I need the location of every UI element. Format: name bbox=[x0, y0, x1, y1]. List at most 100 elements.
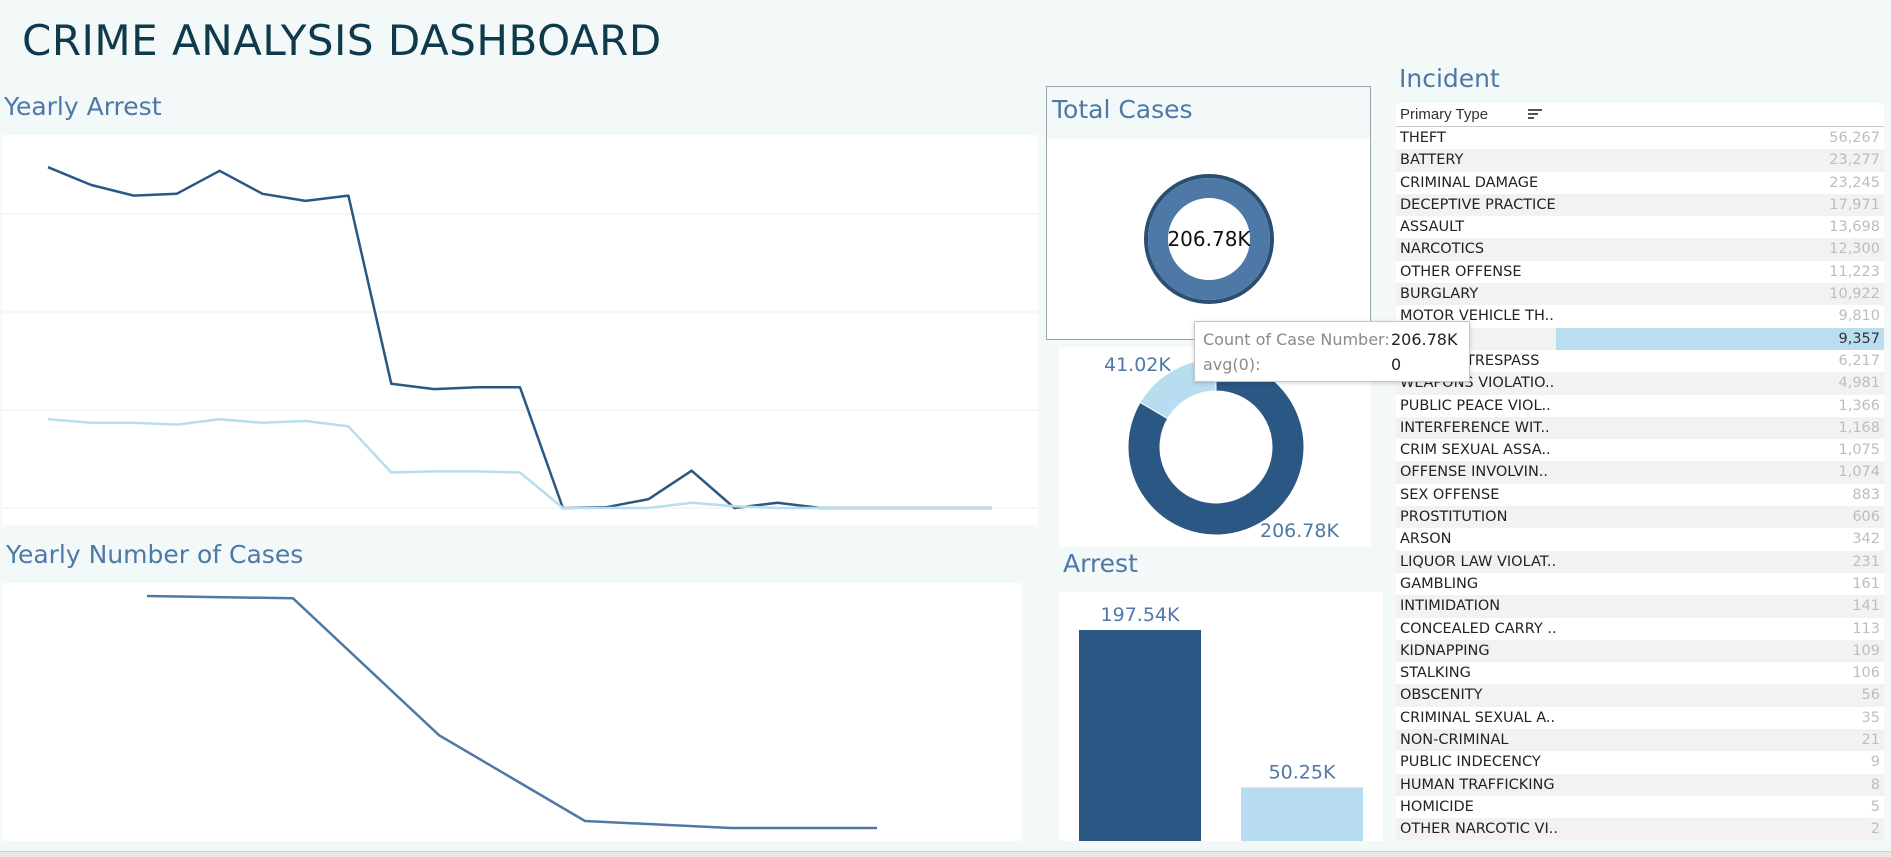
table-row[interactable]: INTERFERENCE WIT.. 1,168 bbox=[1396, 416, 1884, 440]
row-label: PUBLIC PEACE VIOL.. bbox=[1400, 397, 1551, 414]
table-row[interactable]: INTIMIDATION 141 bbox=[1396, 595, 1884, 618]
row-value: 13,698 bbox=[1829, 219, 1880, 236]
incident-rows: THEFT 56,267 BATTERY 23,277 CRIMINAL DAMAGE 2… bbox=[1396, 127, 1884, 841]
yearly-cases-chart[interactable] bbox=[2, 583, 1022, 841]
row-label: SEX OFFENSE bbox=[1400, 486, 1500, 503]
table-row[interactable]: CONCEALED CARRY .. 113 bbox=[1396, 617, 1884, 640]
table-row[interactable]: SEX OFFENSE 883 bbox=[1396, 483, 1884, 507]
table-row[interactable]: KIDNAPPING 109 bbox=[1396, 639, 1884, 663]
arrest-bar-1[interactable] bbox=[1241, 787, 1363, 841]
row-value: 113 bbox=[1852, 620, 1880, 637]
table-row[interactable]: STALKING 106 bbox=[1396, 662, 1884, 685]
arrest-series-line-1[interactable] bbox=[47, 418, 992, 510]
tooltip-key: Count of Case Number: bbox=[1203, 330, 1390, 349]
table-row[interactable]: BURGLARY 10,922 bbox=[1396, 283, 1884, 306]
arrest-chart[interactable]: 197.54K 50.25K bbox=[1059, 592, 1383, 841]
row-label: CRIMINAL DAMAGE bbox=[1400, 174, 1539, 191]
table-row[interactable]: CRIM SEXUAL ASSA.. 1,075 bbox=[1396, 439, 1884, 462]
yearly-arrest-chart[interactable] bbox=[2, 135, 1038, 525]
table-row[interactable]: PUBLIC INDECENCY 9 bbox=[1396, 751, 1884, 774]
tooltip-key: avg(0): bbox=[1203, 355, 1261, 374]
table-row[interactable]: BATTERY 23,277 bbox=[1396, 149, 1884, 172]
row-label: HOMICIDE bbox=[1400, 798, 1474, 815]
row-value: 10,922 bbox=[1829, 286, 1880, 303]
row-label: DECEPTIVE PRACTICE bbox=[1400, 196, 1556, 213]
tooltip-value: 0 bbox=[1391, 355, 1402, 374]
row-value: 883 bbox=[1852, 486, 1880, 503]
table-row[interactable]: GAMBLING 161 bbox=[1396, 572, 1884, 596]
split-label-light: 41.02K bbox=[1104, 354, 1171, 376]
row-value: 56 bbox=[1861, 687, 1880, 704]
row-value: 11,223 bbox=[1829, 263, 1880, 280]
arrest-bar-0[interactable] bbox=[1079, 630, 1201, 841]
row-value: 141 bbox=[1852, 598, 1880, 615]
table-row[interactable]: THEFT 56,267 bbox=[1396, 127, 1884, 150]
row-value: 9,810 bbox=[1838, 308, 1880, 325]
tooltip: Count of Case Number: 206.78K avg(0): 0 bbox=[1194, 321, 1470, 382]
table-row[interactable]: ASSAULT 13,698 bbox=[1396, 216, 1884, 239]
row-value: 1,075 bbox=[1838, 442, 1880, 459]
tooltip-value: 206.78K bbox=[1391, 330, 1458, 349]
table-row[interactable]: LIQUOR LAW VIOLAT.. 231 bbox=[1396, 550, 1884, 573]
row-value: 606 bbox=[1852, 509, 1880, 526]
arrest-series-line-0[interactable] bbox=[47, 166, 992, 510]
table-row[interactable]: PROSTITUTION 606 bbox=[1396, 506, 1884, 529]
row-label: INTIMIDATION bbox=[1400, 598, 1501, 615]
row-value: 6,217 bbox=[1838, 352, 1880, 369]
table-row[interactable]: NARCOTICS 12,300 bbox=[1396, 238, 1884, 261]
cases-series-line[interactable] bbox=[146, 594, 877, 830]
row-value: 342 bbox=[1852, 531, 1880, 548]
row-label: LIQUOR LAW VIOLAT.. bbox=[1400, 553, 1557, 570]
table-row[interactable]: OTHER OFFENSE 11,223 bbox=[1396, 260, 1884, 284]
table-row[interactable]: ARSON 342 bbox=[1396, 528, 1884, 551]
yearly-cases-title: Yearly Number of Cases bbox=[6, 540, 304, 569]
row-label: OBSCENITY bbox=[1400, 687, 1483, 704]
row-value: 109 bbox=[1852, 642, 1880, 659]
arrest-bar-svg: 197.54K 50.25K bbox=[1079, 604, 1363, 841]
yearly-arrest-title: Yearly Arrest bbox=[4, 92, 162, 121]
incident-table[interactable]: Primary Type THEFT 56,267 BATTERY 23,277 CRI… bbox=[1396, 103, 1884, 841]
row-label: THEFT bbox=[1400, 130, 1446, 146]
row-value: 231 bbox=[1852, 553, 1880, 570]
row-value: 1,074 bbox=[1838, 464, 1880, 481]
row-label: OTHER NARCOTIC VI.. bbox=[1400, 821, 1558, 838]
tooltip-row: Count of Case Number: 206.78K bbox=[1203, 330, 1457, 349]
arrest-bar-label-1: 50.25K bbox=[1269, 761, 1336, 783]
row-value: 5 bbox=[1870, 798, 1880, 815]
total-cases-card[interactable]: Total Cases 206.78K bbox=[1046, 86, 1371, 340]
table-row[interactable]: CRIMINAL SEXUAL A.. 35 bbox=[1396, 706, 1884, 730]
row-highlight bbox=[1556, 327, 1884, 350]
row-label: PROSTITUTION bbox=[1400, 509, 1508, 526]
row-label: ASSAULT bbox=[1400, 219, 1465, 236]
split-label-dark: 206.78K bbox=[1260, 520, 1339, 542]
row-value: 23,277 bbox=[1829, 152, 1880, 169]
table-row[interactable]: NON-CRIMINAL 21 bbox=[1396, 729, 1884, 752]
row-value: 161 bbox=[1852, 575, 1880, 592]
row-value: 8 bbox=[1870, 776, 1880, 793]
table-row[interactable]: OFFENSE INVOLVIN.. 1,074 bbox=[1396, 461, 1884, 484]
incident-header[interactable]: Primary Type bbox=[1396, 103, 1884, 127]
row-label: CRIMINAL SEXUAL A.. bbox=[1400, 709, 1556, 726]
row-value: 2 bbox=[1870, 821, 1880, 838]
table-row[interactable]: HOMICIDE 5 bbox=[1396, 795, 1884, 819]
sort-icon[interactable] bbox=[1528, 109, 1542, 121]
table-row[interactable]: HUMAN TRAFFICKING 8 bbox=[1396, 773, 1884, 796]
row-value: 1,366 bbox=[1838, 397, 1880, 414]
dashboard-title: CRIME ANALYSIS DASHBOARD bbox=[22, 16, 662, 65]
table-row[interactable]: CRIMINAL DAMAGE 23,245 bbox=[1396, 171, 1884, 194]
table-row[interactable]: DECEPTIVE PRACTICE 17,971 bbox=[1396, 193, 1884, 217]
table-row[interactable]: PUBLIC PEACE VIOL.. 1,366 bbox=[1396, 394, 1884, 417]
tooltip-row: avg(0): 0 bbox=[1203, 355, 1401, 374]
row-value: 1,168 bbox=[1838, 419, 1880, 436]
row-label: NARCOTICS bbox=[1400, 241, 1485, 258]
yearly-cases-svg bbox=[146, 594, 877, 830]
table-row[interactable]: OBSCENITY 56 bbox=[1396, 684, 1884, 707]
total-cases-donut bbox=[1142, 172, 1276, 306]
row-label: GAMBLING bbox=[1400, 575, 1479, 592]
row-label: CONCEALED CARRY .. bbox=[1400, 620, 1557, 637]
row-label: PUBLIC INDECENCY bbox=[1400, 754, 1541, 771]
row-label: BURGLARY bbox=[1400, 286, 1479, 303]
sheet-tabs-strip[interactable] bbox=[0, 851, 1891, 857]
table-row[interactable]: OTHER NARCOTIC VI.. 2 bbox=[1396, 818, 1884, 841]
row-label: INTERFERENCE WIT.. bbox=[1400, 419, 1550, 436]
